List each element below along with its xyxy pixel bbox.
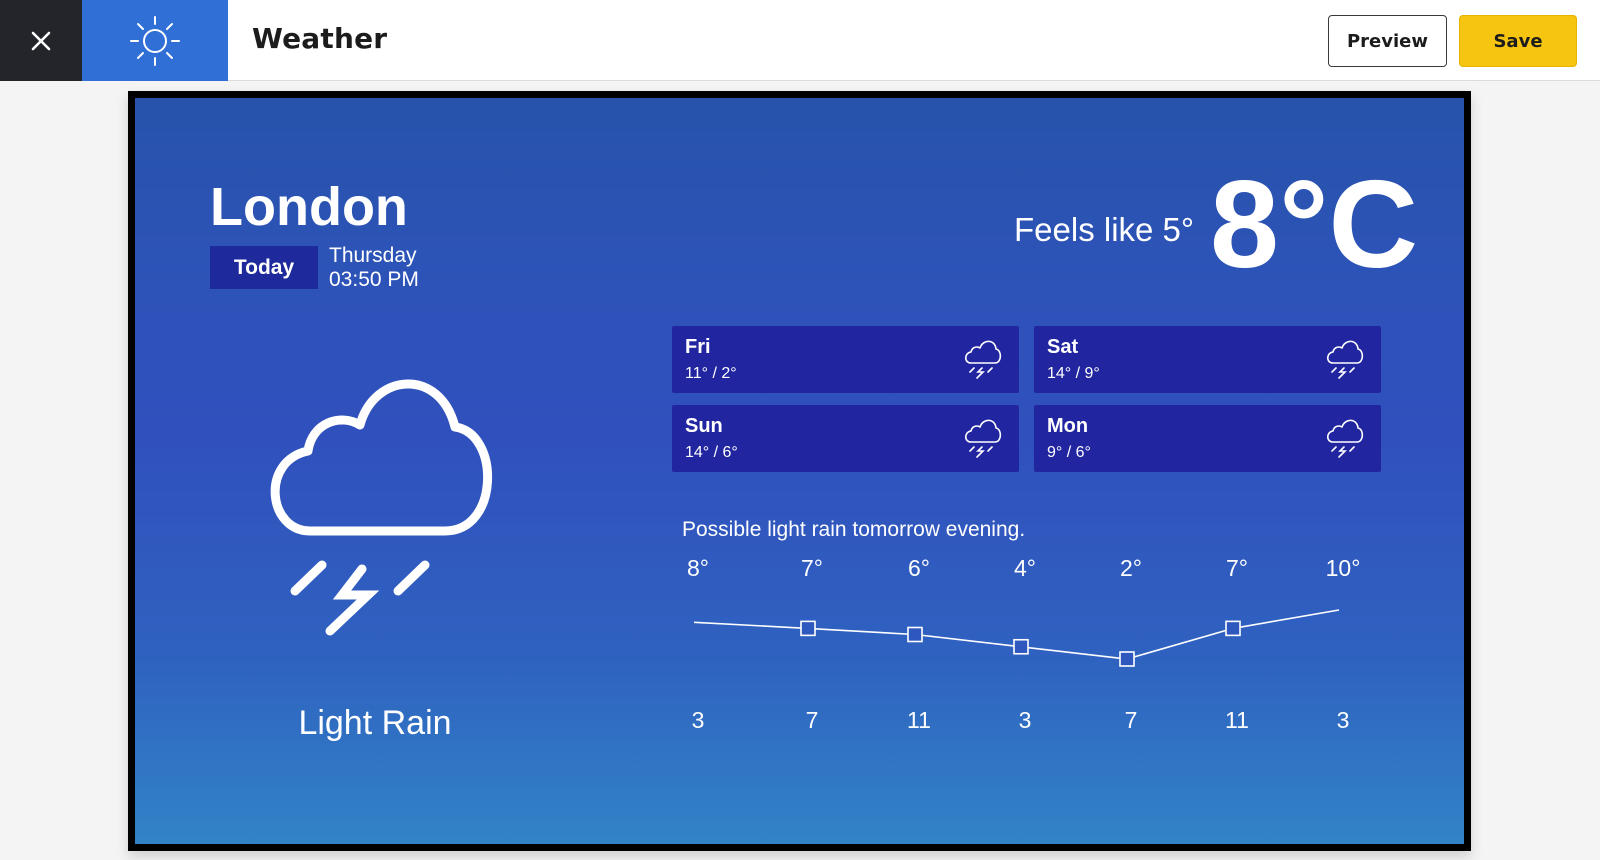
current-temperature: 8°C <box>1210 156 1419 294</box>
forecast-card: Mon 9° / 6° <box>1034 405 1381 472</box>
hourly-bottom-label: 7 <box>1124 707 1138 733</box>
cloud-lightning-icon <box>270 379 493 636</box>
hourly-bottom-label: 3 <box>1336 707 1350 733</box>
cloud-lightning-icon <box>964 340 1002 379</box>
hourly-bottom-label: 3 <box>1018 707 1032 733</box>
forecast-range: 11° / 2° <box>685 365 737 382</box>
save-button[interactable]: Save <box>1459 15 1577 67</box>
hourly-point <box>1119 651 1135 667</box>
hourly-bottom-label: 7 <box>805 707 819 733</box>
forecast-note: Possible light rain tomorrow evening. <box>682 518 1026 541</box>
app-title: Weather <box>252 22 388 55</box>
hourly-bottom-label: 11 <box>1225 707 1249 733</box>
cloud-lightning-icon <box>964 419 1002 458</box>
current-day: Thursday <box>329 244 417 267</box>
preview-frame: London Today Thursday 03:50 PM Feels lik… <box>128 91 1471 851</box>
hourly-bottom-label: 3 <box>691 707 705 733</box>
preview-button[interactable]: Preview <box>1328 15 1447 67</box>
feels-like: Feels like 5° <box>1014 211 1195 248</box>
hourly-temp-label: 4° <box>1014 555 1036 581</box>
hourly-temp-label: 10° <box>1325 555 1361 581</box>
weather-screen: London Today Thursday 03:50 PM Feels lik… <box>135 98 1464 844</box>
hourly-bottom-label: 11 <box>907 707 931 733</box>
hourly-point <box>1013 638 1029 655</box>
close-button[interactable] <box>0 0 82 81</box>
top-bar: Weather Preview Save <box>0 0 1600 81</box>
forecast-range: 14° / 6° <box>685 444 738 461</box>
hourly-point <box>800 620 816 637</box>
forecast-range: 14° / 9° <box>1047 365 1100 382</box>
close-icon <box>31 31 51 50</box>
hourly-chart: 8° 7° 6° 4° 2° 7° 10° 3 7 11 3 7 11 3 <box>682 555 1372 745</box>
forecast-day: Sat <box>1047 336 1079 358</box>
forecast-card: Fri 11° / 2° <box>672 326 1019 393</box>
today-badge: Today <box>210 246 318 289</box>
sun-icon <box>130 15 180 66</box>
hourly-point <box>907 626 923 643</box>
forecast-day: Sun <box>685 415 723 437</box>
hourly-point <box>1225 620 1241 637</box>
app-icon-tile <box>82 0 228 81</box>
hourly-temp-label: 6° <box>908 555 930 581</box>
forecast-card: Sun 14° / 6° <box>672 405 1019 472</box>
forecast-day: Mon <box>1047 415 1089 437</box>
hourly-temp-label: 7° <box>1226 555 1248 581</box>
hourly-temp-label: 7° <box>801 555 823 581</box>
forecast-day: Fri <box>685 336 711 358</box>
hourly-temp-label: 2° <box>1120 555 1142 581</box>
cloud-lightning-icon <box>1326 340 1364 379</box>
hourly-temp-label: 8° <box>687 555 709 581</box>
current-time: 03:50 PM <box>329 268 419 291</box>
cloud-lightning-icon <box>1326 419 1364 458</box>
forecast-range: 9° / 6° <box>1047 444 1091 461</box>
city-name: London <box>210 177 408 237</box>
condition-label: Light Rain <box>298 704 452 742</box>
forecast-card: Sat 14° / 9° <box>1034 326 1381 393</box>
